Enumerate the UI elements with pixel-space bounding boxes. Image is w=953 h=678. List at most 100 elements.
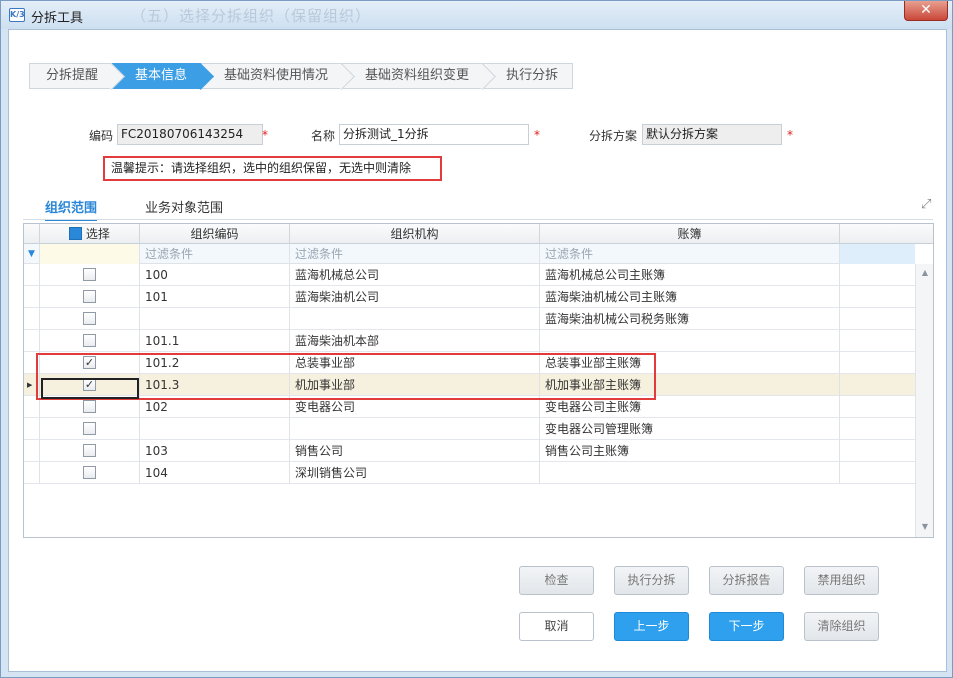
table-row[interactable]: ▶ ✓ 101.3 机加事业部 机加事业部主账簿 [24,374,915,396]
header-org[interactable]: 组织机构 [290,224,540,244]
row-checkbox[interactable] [83,466,96,479]
org-name-cell: 机加事业部 [290,374,540,396]
tab-org-scope[interactable]: 组织范围 [45,199,98,221]
table-row[interactable]: 103 销售公司 销售公司主账簿 [24,440,915,462]
check-button[interactable]: 检查 [519,566,594,595]
org-name-cell [290,308,540,330]
header-select-label: 选择 [85,227,110,241]
wizard-steps: 分拆提醒 基本信息 基础资料使用情况 基础资料组织变更 执行分拆 [29,63,574,89]
row-checkbox[interactable] [83,422,96,435]
extra-cell [840,308,915,330]
scroll-down-icon[interactable]: ▼ [920,522,930,532]
table-row[interactable]: 变电器公司管理账簿 [24,418,915,440]
org-code-cell [140,418,290,440]
clear-org-button[interactable]: 清除组织 [804,612,879,641]
step-execute-split[interactable]: 执行分拆 [483,63,574,89]
current-row-arrow-icon[interactable]: ▶ [24,374,40,396]
row-checkbox[interactable]: ✓ [83,378,96,391]
select-cell [40,308,140,330]
tip-message: 温馨提示：请选择组织，选中的组织保留，无选中则清除 [103,156,442,181]
org-name-cell: 蓝海柴油机公司 [290,286,540,308]
header-book[interactable]: 账簿 [540,224,840,244]
filter-icon[interactable]: ▼ [24,244,40,264]
select-cell [40,264,140,286]
org-code-cell: 101.1 [140,330,290,352]
step-basic-data-usage[interactable]: 基础资料使用情况 [201,63,343,89]
row-checkbox[interactable] [83,400,96,413]
row-checkbox[interactable]: ✓ [83,356,96,369]
execute-split-button[interactable]: 执行分拆 [614,566,689,595]
extra-cell [840,352,915,374]
select-cell [40,330,140,352]
row-selector[interactable] [24,308,40,330]
row-selector[interactable] [24,440,40,462]
grid-scrollbar[interactable]: ▲ ▼ [915,264,933,537]
header-select-all[interactable]: 选择 [40,224,140,244]
header-org-code[interactable]: 组织编码 [140,224,290,244]
select-cell [40,418,140,440]
book-cell: 蓝海柴油机械公司主账簿 [540,286,840,308]
tab-business-object-scope[interactable]: 业务对象范围 [145,199,223,221]
filter-book-input[interactable]: 过滤条件 [540,244,840,264]
disable-org-button[interactable]: 禁用组织 [804,566,879,595]
prev-button[interactable]: 上一步 [614,612,689,641]
expand-icon[interactable]: ⤢ [921,198,935,212]
split-report-button[interactable]: 分拆报告 [709,566,784,595]
grid-header: 选择 组织编码 组织机构 账簿 [24,224,933,244]
row-selector[interactable] [24,264,40,286]
main-content: 分拆提醒 基本信息 基础资料使用情况 基础资料组织变更 执行分拆 编码 FC20… [8,29,947,672]
next-button[interactable]: 下一步 [709,612,784,641]
org-code-cell: 104 [140,462,290,484]
row-checkbox[interactable] [83,290,96,303]
table-row[interactable]: 100 蓝海机械总公司 蓝海机械总公司主账簿 [24,264,915,286]
select-cell [40,396,140,418]
row-selector[interactable] [24,286,40,308]
table-row[interactable]: 102 变电器公司 变电器公司主账簿 [24,396,915,418]
step-basic-data-org-change[interactable]: 基础资料组织变更 [342,63,484,89]
cancel-button[interactable]: 取消 [519,612,594,641]
org-code-cell: 101.2 [140,352,290,374]
extra-cell [840,330,915,352]
row-selector[interactable] [24,418,40,440]
split-tool-window: K/3 分拆工具 （五）选择分拆组织（保留组织） ✕ 分拆提醒 基本信息 基础资… [0,0,953,678]
row-selector[interactable] [24,330,40,352]
name-label: 名称 [311,129,336,143]
table-row[interactable]: 101 蓝海柴油机公司 蓝海柴油机械公司主账簿 [24,286,915,308]
extra-cell [840,462,915,484]
table-row[interactable]: 104 深圳销售公司 [24,462,915,484]
row-selector[interactable] [24,352,40,374]
name-input[interactable]: 分拆测试_1分拆 [339,124,529,145]
org-name-cell: 总装事业部 [290,352,540,374]
step-split-reminder[interactable]: 分拆提醒 [29,63,113,89]
code-field[interactable]: FC20180706143254 [117,124,263,145]
row-checkbox[interactable] [83,444,96,457]
row-selector[interactable] [24,462,40,484]
row-checkbox[interactable] [83,312,96,325]
org-name-cell: 蓝海柴油机本部 [290,330,540,352]
scheme-required-mark: * [787,128,793,142]
row-checkbox[interactable] [83,334,96,347]
org-grid: 选择 组织编码 组织机构 账簿 ▼ 过滤条件 过滤条件 过滤条件 100 蓝海机械… [23,223,934,538]
select-cell: ✓ [40,374,140,396]
table-row[interactable]: ✓ 101.2 总装事业部 总装事业部主账簿 [24,352,915,374]
table-row[interactable]: 蓝海柴油机械公司税务账簿 [24,308,915,330]
row-selector[interactable] [24,396,40,418]
tab-divider [23,219,933,220]
select-all-checkbox[interactable] [69,227,83,240]
scheme-field[interactable]: 默认分拆方案 [642,124,782,145]
scroll-up-icon[interactable]: ▲ [920,268,930,278]
filter-org-input[interactable]: 过滤条件 [290,244,540,264]
book-cell: 蓝海机械总公司主账簿 [540,264,840,286]
table-row[interactable]: 101.1 蓝海柴油机本部 [24,330,915,352]
filter-select[interactable] [40,244,140,264]
book-cell: 机加事业部主账簿 [540,374,840,396]
org-code-cell [140,308,290,330]
k3-app-icon: K/3 [9,8,25,22]
title-bar[interactable]: K/3 分拆工具 （五）选择分拆组织（保留组织） ✕ [1,1,952,29]
row-checkbox[interactable] [83,268,96,281]
filter-code-input[interactable]: 过滤条件 [140,244,290,264]
close-button[interactable]: ✕ [904,1,948,21]
org-name-cell: 销售公司 [290,440,540,462]
org-code-cell: 101.3 [140,374,290,396]
book-cell: 总装事业部主账簿 [540,352,840,374]
